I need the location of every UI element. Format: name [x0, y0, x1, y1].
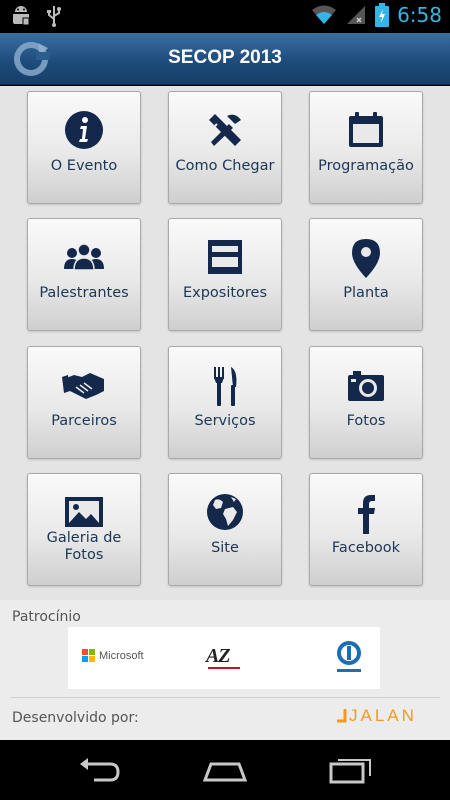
- menu-item-label: Facebook: [331, 540, 401, 556]
- menu-item-palestrantes[interactable]: Palestrantes: [27, 218, 141, 331]
- wifi-icon: [312, 5, 337, 24]
- picture-icon: [65, 497, 103, 527]
- menu-item-expositores[interactable]: Expositores: [168, 218, 282, 331]
- menu-item-label: Parceiros: [51, 413, 117, 429]
- microsoft-name: Microsoft: [99, 650, 144, 662]
- status-bar: 6:58: [0, 0, 450, 33]
- menu-item-galeria-de-fotos[interactable]: Galeria de Fotos: [27, 473, 141, 586]
- globe-icon: [207, 494, 243, 530]
- sponsor-circle-logo[interactable]: [334, 639, 364, 677]
- menu-item-como-chegar[interactable]: Como Chegar: [168, 91, 282, 204]
- usb-icon: [47, 6, 61, 27]
- camera-icon: [348, 371, 384, 401]
- app-header: SECOP 2013: [0, 33, 450, 85]
- menu-item-label: Planta: [343, 285, 389, 301]
- tools-icon: [209, 114, 241, 146]
- developer-label: Desenvolvido por:: [12, 710, 139, 726]
- navigation-bar: [0, 740, 450, 800]
- microsoft-logo[interactable]: Microsoft: [82, 649, 144, 663]
- menu-item-o-evento[interactable]: O Evento: [27, 91, 141, 204]
- sponsor-logos: Microsoft AZ: [68, 627, 380, 689]
- sponsor-section: Patrocínio Microsoft AZ Desenvolvido por: [0, 600, 450, 740]
- az-underline: [208, 667, 240, 669]
- menu-item-programacao[interactable]: Programação: [309, 91, 423, 204]
- sponsor-circle-icon: [337, 641, 361, 672]
- menu-grid: O Evento Como Chegar Programação Palestr…: [0, 86, 450, 600]
- jalan-logo[interactable]: JALAN: [335, 706, 417, 726]
- fork-knife-icon: [214, 367, 237, 406]
- recent-apps-icon[interactable]: [328, 754, 374, 784]
- az-logo[interactable]: AZ: [206, 643, 242, 673]
- calendar-icon: [349, 112, 383, 147]
- home-icon[interactable]: [201, 758, 249, 784]
- back-icon[interactable]: [76, 758, 122, 784]
- handshake-icon: [62, 373, 104, 399]
- menu-item-label: Galeria de Fotos: [46, 530, 122, 563]
- menu-item-label: Programação: [318, 158, 414, 174]
- battery-icon: [375, 3, 390, 27]
- android-debug-icon: [12, 6, 30, 26]
- menu-item-label: Como Chegar: [175, 158, 275, 174]
- menu-item-label: Palestrantes: [39, 285, 129, 301]
- page-title: SECOP 2013: [168, 47, 282, 68]
- menu-item-site[interactable]: Site: [168, 473, 282, 586]
- jalan-mark-icon: [337, 709, 347, 723]
- windows-icon: [82, 649, 95, 662]
- az-name: AZ: [206, 645, 231, 667]
- divider: [10, 697, 440, 698]
- menu-item-facebook[interactable]: Facebook: [309, 473, 423, 586]
- menu-item-label: Serviços: [194, 413, 256, 429]
- signal-icon: [347, 6, 366, 24]
- jalan-brand: JALAN: [349, 706, 417, 725]
- booth-icon: [208, 240, 242, 274]
- menu-item-label: O Evento: [50, 158, 118, 174]
- menu-item-label: Fotos: [346, 413, 386, 429]
- facebook-icon: [358, 495, 375, 534]
- sponsor-title: Patrocínio: [12, 609, 81, 625]
- map-pin-icon: [352, 239, 380, 278]
- menu-item-label: Expositores: [182, 285, 268, 301]
- menu-item-parceiros[interactable]: Parceiros: [27, 346, 141, 459]
- menu-item-servicos[interactable]: Serviços: [168, 346, 282, 459]
- menu-item-planta[interactable]: Planta: [309, 218, 423, 331]
- people-icon: [64, 243, 104, 271]
- info-icon: [65, 111, 103, 149]
- menu-item-label: Site: [211, 540, 239, 556]
- menu-item-fotos[interactable]: Fotos: [309, 346, 423, 459]
- clock: 6:58: [397, 3, 442, 27]
